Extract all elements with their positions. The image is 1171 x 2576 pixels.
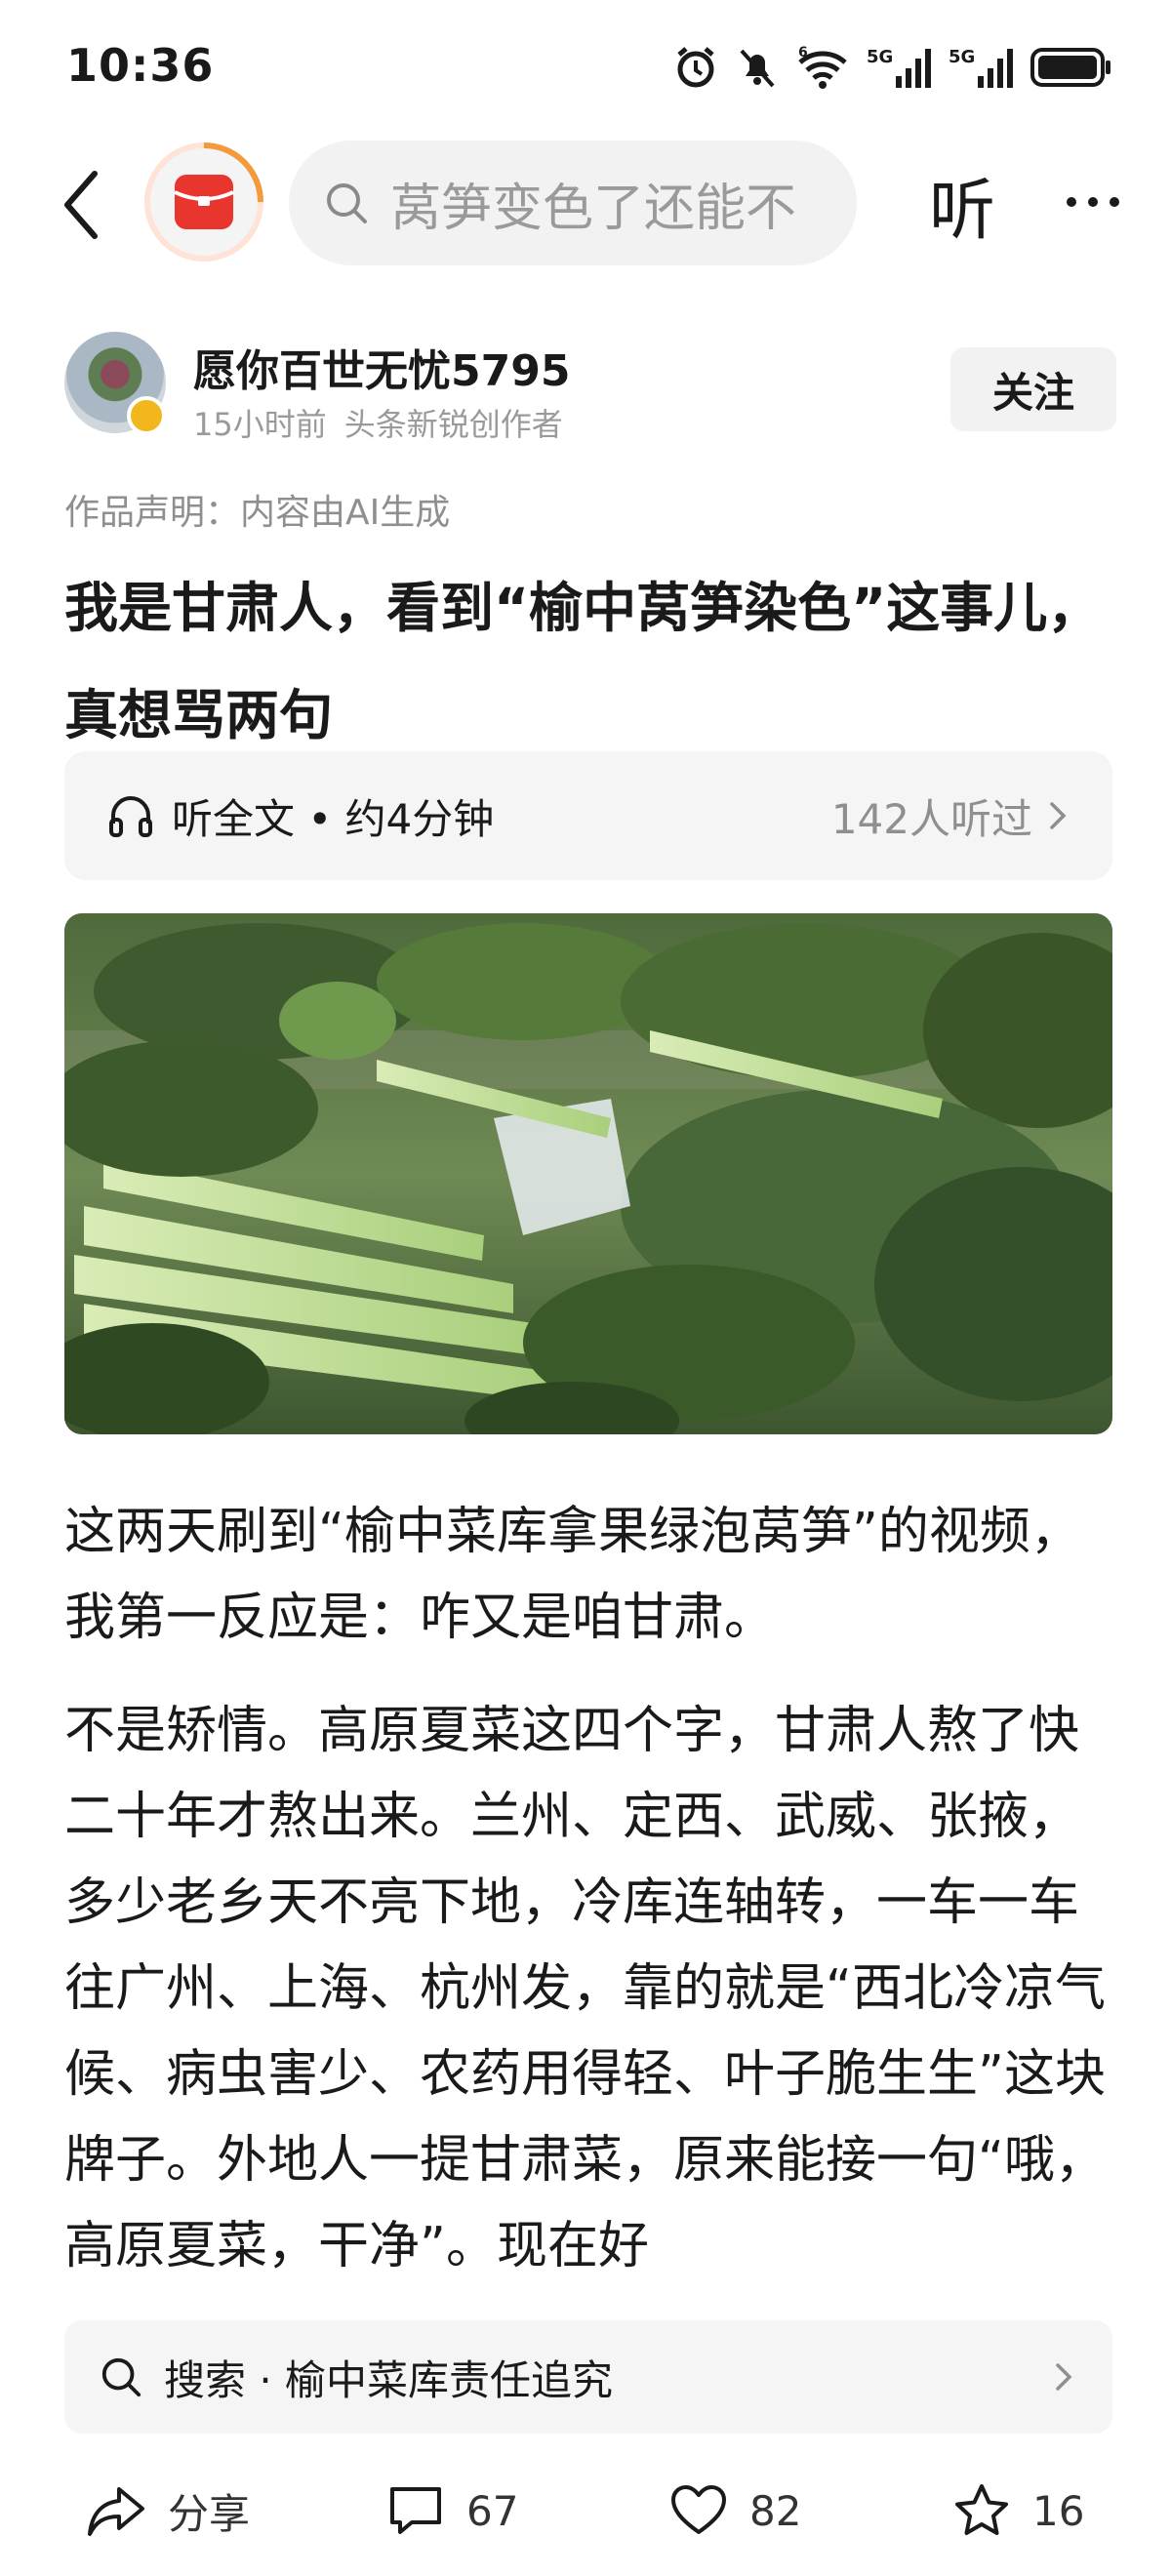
alarm-icon — [677, 47, 714, 88]
article-paragraph: 这两天刷到“榆中菜库拿果绿泡莴笋”的视频，我第一反应是：咋又是咱甘肃。 — [64, 1503, 1081, 1647]
chevron-right-icon — [1056, 2363, 1072, 2391]
logo-progress-arc — [203, 142, 263, 203]
status-time: 10:36 — [66, 39, 215, 92]
listen-full-text-bar[interactable]: 听全文 • 约4分钟 142人听过 — [64, 751, 1112, 880]
article-title: 我是甘肃人，看到“榆中莴笋染色”这事儿，真想骂两句 — [64, 577, 1102, 746]
ai-declaration: 作品声明：内容由AI生成 — [64, 493, 451, 533]
more-icon-dot — [1088, 197, 1098, 207]
favorite-count: 16 — [1032, 2486, 1085, 2535]
search-icon — [327, 183, 367, 223]
mute-icon — [740, 49, 775, 88]
bottom-action-bar: 分享 67 82 16 — [0, 2459, 1171, 2556]
like-button[interactable]: 82 — [669, 2478, 801, 2543]
listen-label: 听全文 • 约4分钟 — [172, 794, 495, 843]
svg-text:5G: 5G — [867, 47, 893, 67]
more-icon-dot — [1110, 197, 1119, 207]
search-icon — [101, 2357, 141, 2397]
related-search-text: 搜索 · 榆中菜库责任追究 — [164, 2355, 614, 2404]
status-icons: 6 5G 5G — [673, 43, 1112, 92]
star-icon — [955, 2484, 1008, 2535]
more-icon — [1067, 197, 1076, 207]
author-name[interactable]: 愿你百世无忧5795 — [193, 336, 570, 398]
share-icon — [88, 2487, 144, 2536]
status-bar: 10:36 6 5G 5G — [0, 0, 1171, 137]
listen-button[interactable]: 听 — [913, 156, 1011, 253]
search-input[interactable]: 莴笋变色了还能不 — [289, 141, 857, 265]
listen-count: 142人听过 — [830, 794, 1032, 843]
search-query: 莴笋变色了还能不 — [390, 179, 797, 238]
author-meta: 15小时前 头条新锐创作者 — [193, 400, 563, 445]
svg-text:5G: 5G — [949, 47, 975, 67]
article-paragraph: 不是矫情。高原夏菜这四个字，甘肃人熬了快二十年才熬出来。兰州、定西、武威、张掖，… — [64, 1702, 1106, 2275]
signal-5g-icon: 5G — [867, 47, 931, 88]
lettuce-photo — [64, 913, 1112, 1434]
comment-icon — [390, 2487, 441, 2534]
post-time: 15小时前 — [193, 406, 327, 443]
author-badge-text: 头条新锐创作者 — [343, 406, 563, 443]
share-label: 分享 — [168, 2489, 251, 2538]
related-search-bar[interactable]: 搜索 · 榆中菜库责任追究 — [64, 2320, 1112, 2434]
heart-icon — [671, 2485, 726, 2534]
headphones-icon — [109, 796, 152, 837]
favorite-button[interactable]: 16 — [952, 2478, 1084, 2543]
back-icon — [64, 171, 98, 239]
wifi-icon: 6 — [798, 45, 847, 89]
signal-5g-icon: 5G — [949, 47, 1013, 88]
comment-count: 67 — [466, 2486, 519, 2535]
like-count: 82 — [749, 2486, 802, 2535]
share-button[interactable]: 分享 — [86, 2478, 250, 2543]
comment-button[interactable]: 67 — [386, 2478, 518, 2543]
top-nav: 莴笋变色了还能不 听 — [0, 137, 1171, 273]
back-button[interactable] — [47, 166, 115, 244]
article-image[interactable] — [64, 913, 1112, 1434]
verified-badge-icon — [127, 396, 166, 435]
app-logo-button[interactable] — [144, 142, 263, 262]
follow-button[interactable]: 关注 — [950, 347, 1116, 431]
svg-text:6: 6 — [798, 45, 808, 60]
battery-icon — [1030, 48, 1110, 87]
more-button[interactable] — [1044, 158, 1142, 246]
chevron-right-icon — [1050, 802, 1067, 829]
author-row: 愿你百世无忧5795 15小时前 头条新锐创作者 关注 — [0, 328, 1171, 455]
